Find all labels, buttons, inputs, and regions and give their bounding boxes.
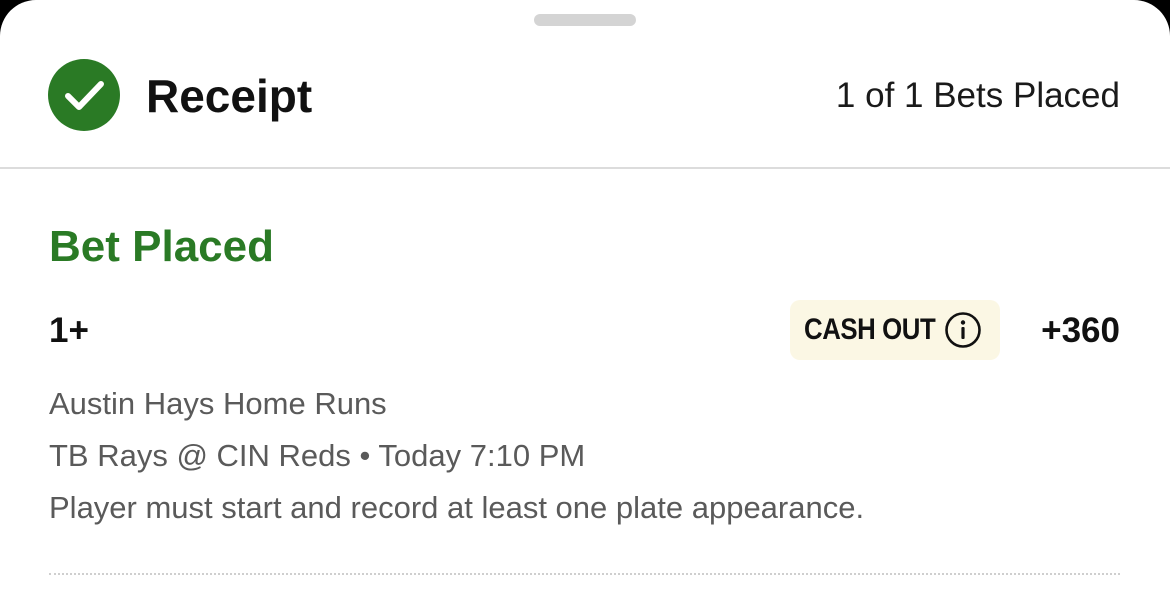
- info-icon[interactable]: [944, 311, 982, 349]
- cash-out-label: CASH OUT: [804, 313, 936, 346]
- bet-odds: +360: [1041, 311, 1120, 350]
- bet-rule: Player must start and record at least on…: [49, 490, 865, 525]
- receipt-header: Receipt 1 of 1 Bets Placed: [0, 0, 1170, 167]
- bet-matchup: TB Rays @ CIN Reds • Today 7:10 PM: [49, 438, 586, 473]
- header-divider: [0, 167, 1170, 169]
- receipt-title: Receipt: [146, 70, 313, 122]
- bet-status: Bet Placed: [49, 222, 274, 271]
- section-divider: [49, 573, 1120, 575]
- bet-market: Austin Hays Home Runs: [49, 386, 387, 421]
- check-circle-icon: [48, 59, 120, 131]
- bet-selection: 1+: [49, 311, 89, 350]
- receipt-sheet: Receipt 1 of 1 Bets Placed Bet Placed 1+…: [0, 0, 1170, 600]
- bets-placed-count: 1 of 1 Bets Placed: [835, 76, 1120, 115]
